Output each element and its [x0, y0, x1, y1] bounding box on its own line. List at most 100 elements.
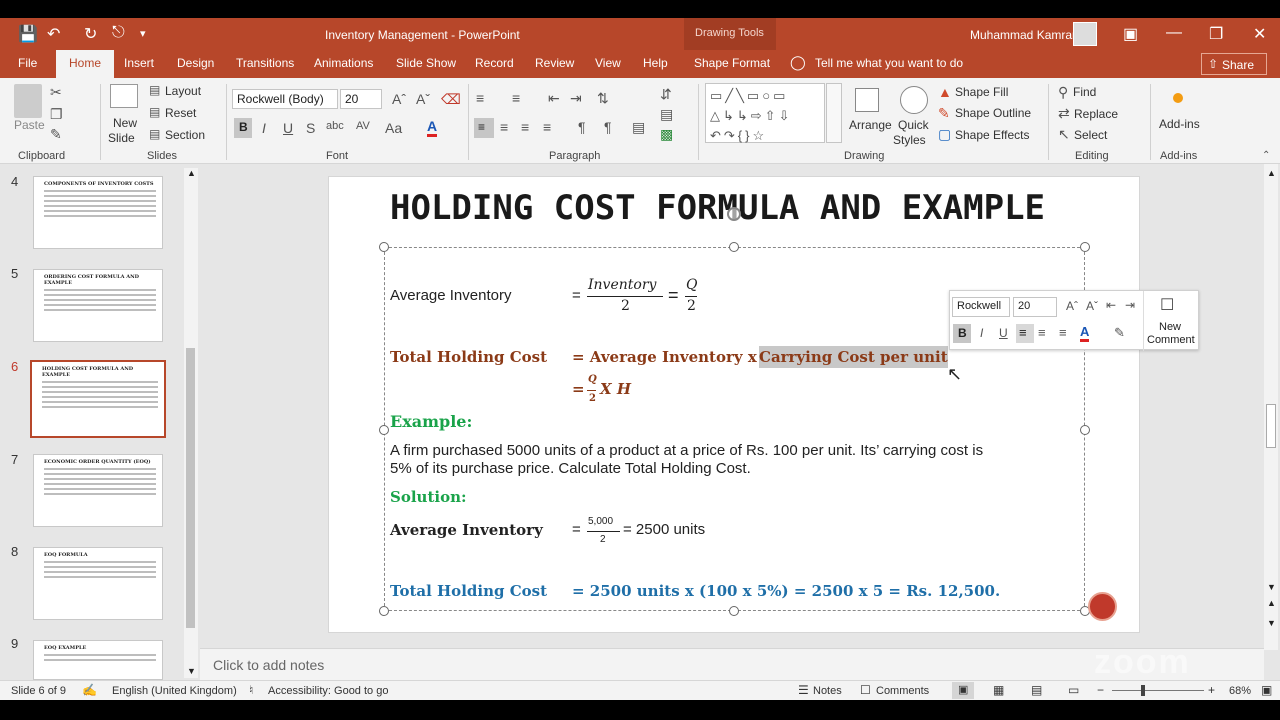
mini-align-left-button[interactable]: ≡	[1016, 324, 1034, 343]
shape-outline-button[interactable]: Shape Outline	[955, 106, 1031, 120]
resize-handle[interactable]	[1080, 425, 1090, 435]
copy-icon[interactable]: ❐	[50, 106, 63, 123]
mini-increase-indent-icon[interactable]: ⇥	[1125, 298, 1135, 312]
selected-text[interactable]: Carrying Cost per unit	[759, 346, 948, 368]
scroll-thumb[interactable]	[1266, 404, 1276, 448]
decrease-indent-icon[interactable]: ⇤	[548, 90, 560, 107]
ltr-icon[interactable]: ¶	[578, 119, 586, 135]
slide-thumbnail-9[interactable]: EOQ EXAMPLE	[33, 640, 163, 680]
shapes-scroll[interactable]	[826, 83, 842, 143]
strikethrough-button[interactable]: abc	[326, 120, 344, 132]
minimize-icon[interactable]: —	[1166, 24, 1182, 42]
addins-button[interactable]: Add-ins	[1159, 117, 1200, 131]
increase-indent-icon[interactable]: ⇥	[570, 90, 582, 107]
notes-placeholder[interactable]: Click to add notes	[213, 657, 324, 673]
collapse-ribbon-icon[interactable]: ⌃	[1262, 150, 1270, 161]
rtl-icon[interactable]: ¶	[604, 119, 612, 135]
quick-styles-icon[interactable]	[900, 86, 928, 114]
resize-handle[interactable]	[729, 606, 739, 616]
justify-icon[interactable]: ≡	[543, 119, 551, 135]
user-name[interactable]: Muhammad Kamran	[970, 28, 1079, 42]
reading-view-icon[interactable]: ▤	[1031, 683, 1042, 697]
paste-button[interactable]: Paste	[14, 118, 45, 132]
mini-font-select[interactable]: Rockwell	[952, 297, 1010, 317]
mini-format-painter-icon[interactable]: ✎	[1114, 325, 1125, 341]
section-button[interactable]: Section	[165, 128, 205, 142]
resize-handle[interactable]	[379, 425, 389, 435]
scroll-down-icon[interactable]: ▼	[1267, 582, 1276, 592]
tab-insert[interactable]: Insert	[124, 56, 154, 70]
slideshow-icon[interactable]: ▭	[1068, 683, 1079, 697]
underline-button[interactable]: U	[283, 120, 293, 136]
slide-thumbnail-5[interactable]: ORDERING COST FORMULA AND EXAMPLE	[33, 269, 163, 342]
zoom-slider[interactable]	[1112, 690, 1204, 691]
quick-styles-button[interactable]: Quick	[898, 118, 929, 132]
tab-animations[interactable]: Animations	[314, 56, 373, 70]
align-right-icon[interactable]: ≡	[521, 119, 529, 135]
mini-font-color-button[interactable]: A	[1080, 324, 1090, 342]
char-spacing-button[interactable]: AV	[356, 120, 370, 132]
language-status[interactable]: English (United Kingdom)	[112, 685, 237, 697]
smartart-icon[interactable]: ▩	[660, 126, 673, 143]
arrange-icon[interactable]	[855, 88, 879, 112]
arrange-button[interactable]: Arrange	[849, 118, 892, 132]
shrink-font-icon[interactable]: Aˇ	[416, 91, 430, 107]
scroll-down-icon[interactable]: ▼	[187, 666, 196, 676]
cut-icon[interactable]: ✂	[50, 84, 62, 101]
tab-transitions[interactable]: Transitions	[236, 56, 294, 70]
presenter-icon[interactable]: ⎋	[112, 24, 125, 42]
italic-button[interactable]: I	[262, 120, 266, 136]
slide-thumbnail-4[interactable]: COMPONENTS OF INVENTORY COSTS	[33, 176, 163, 249]
slide-title[interactable]: HOLDING COST FORMULA AND EXAMPLE	[390, 188, 1045, 228]
slide-sorter-icon[interactable]: ▦	[993, 683, 1004, 697]
next-slide-icon[interactable]: ▼	[1267, 618, 1276, 628]
mini-bold-button[interactable]: B	[953, 324, 971, 343]
zoom-level[interactable]: 68%	[1229, 685, 1251, 697]
ribbon-display-icon[interactable]: ▣	[1123, 24, 1138, 44]
comments-button[interactable]: Comments	[876, 685, 929, 697]
tab-slide-show[interactable]: Slide Show	[396, 56, 456, 70]
find-button[interactable]: Find	[1073, 85, 1096, 99]
zoom-out-icon[interactable]: −	[1097, 683, 1104, 697]
mini-center-icon[interactable]: ≡	[1038, 325, 1046, 340]
addins-icon[interactable]	[1173, 93, 1183, 103]
tab-shape-format[interactable]: Shape Format	[694, 56, 770, 70]
resize-handle[interactable]	[379, 242, 389, 252]
tab-help[interactable]: Help	[643, 56, 668, 70]
bold-button[interactable]: B	[234, 118, 252, 138]
mini-size-select[interactable]: 20	[1013, 297, 1057, 317]
tab-review[interactable]: Review	[535, 56, 574, 70]
mini-italic-button[interactable]: I	[980, 326, 983, 340]
slide-thumbnail-8[interactable]: EOQ FORMULA	[33, 547, 163, 620]
zoom-slider-thumb[interactable]	[1141, 685, 1145, 696]
change-case-button[interactable]: Aa	[385, 120, 402, 136]
tab-design[interactable]: Design	[177, 56, 214, 70]
line-spacing-icon[interactable]: ⇅	[597, 90, 609, 107]
font-color-button[interactable]: A	[427, 118, 438, 137]
bullets-icon[interactable]: ≡	[476, 90, 484, 106]
notes-button[interactable]: Notes	[813, 685, 842, 697]
reset-button[interactable]: Reset	[165, 106, 196, 120]
scroll-up-icon[interactable]: ▲	[1267, 168, 1276, 178]
restore-icon[interactable]: ❐	[1209, 24, 1223, 44]
resize-handle[interactable]	[1080, 242, 1090, 252]
mini-decrease-indent-icon[interactable]: ⇤	[1106, 298, 1116, 312]
paste-icon[interactable]	[14, 84, 42, 118]
share-button[interactable]: ⇧ Share	[1201, 53, 1267, 75]
align-text-icon[interactable]: ▤	[660, 106, 673, 123]
editor-scrollbar[interactable]: ▲ ▼ ▲ ▼	[1264, 164, 1278, 650]
accessibility-status[interactable]: Accessibility: Good to go	[268, 685, 388, 697]
slide-thumbnail-7[interactable]: ECONOMIC ORDER QUANTITY (EOQ)	[33, 454, 163, 527]
undo-icon[interactable]: ↶	[47, 24, 60, 44]
tab-home[interactable]: Home	[56, 50, 115, 78]
new-slide-button[interactable]: New	[113, 116, 137, 130]
replace-button[interactable]: Replace	[1074, 107, 1118, 121]
text-direction-icon[interactable]: ⇵	[660, 86, 672, 103]
zoom-in-icon[interactable]: +	[1208, 683, 1215, 697]
slide-thumbnail-6[interactable]: HOLDING COST FORMULA AND EXAMPLE	[30, 360, 166, 438]
resize-handle[interactable]	[729, 242, 739, 252]
notes-pane[interactable]: Click to add notes zoom	[200, 643, 1264, 681]
shadow-button[interactable]: S	[306, 120, 315, 136]
format-painter-icon[interactable]: ✎	[50, 126, 62, 143]
tab-file[interactable]: File	[18, 56, 37, 70]
